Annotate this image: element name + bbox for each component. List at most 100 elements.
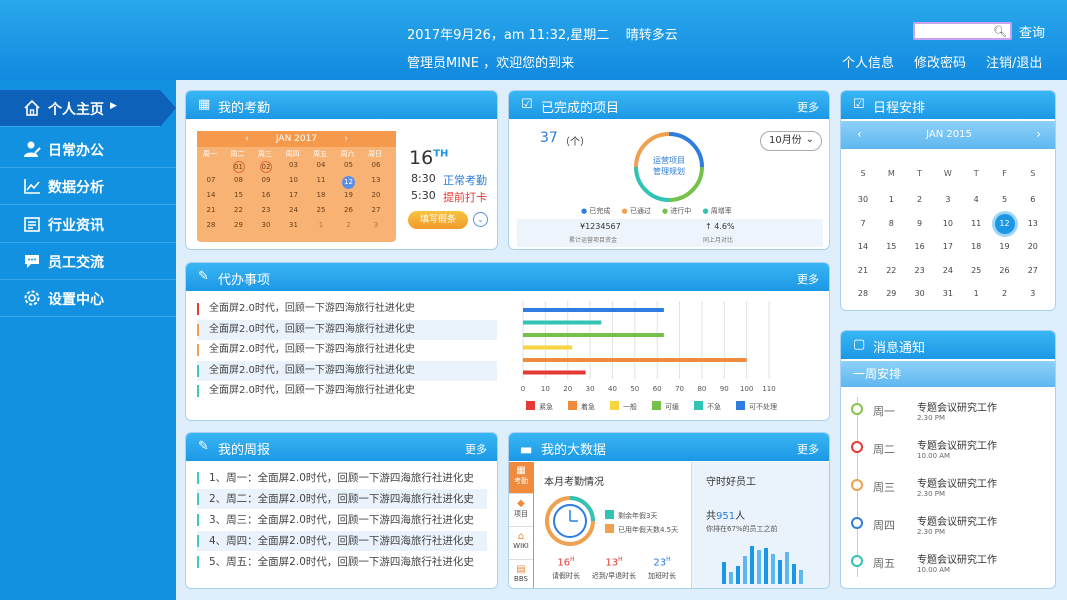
- sidebar-item-news[interactable]: 行业资讯: [0, 206, 176, 243]
- calendar-day[interactable]: 23: [253, 206, 279, 214]
- calendar-day[interactable]: 04: [308, 161, 334, 169]
- more-link[interactable]: 更多: [797, 441, 819, 457]
- calendar-day[interactable]: 31: [933, 289, 963, 298]
- calendar-day[interactable]: 1: [961, 289, 991, 298]
- tab-bbs[interactable]: ▤ BBS: [509, 561, 533, 588]
- calendar-day[interactable]: 2: [336, 221, 362, 229]
- calendar-day[interactable]: 10: [281, 176, 307, 184]
- calendar-day[interactable]: 02: [253, 161, 279, 173]
- sidebar-item-chat[interactable]: 员工交流: [0, 243, 176, 280]
- calendar-day[interactable]: 3: [933, 195, 963, 204]
- calendar-day[interactable]: 19: [990, 242, 1020, 251]
- search-button[interactable]: 查询: [1019, 22, 1045, 41]
- search-input[interactable]: 🔍︎: [913, 22, 1012, 40]
- calendar-day[interactable]: 30: [848, 195, 878, 204]
- weekly-report-item[interactable]: 2、周二：全面屏2.0时代，回顾一下游四海旅行社进化史: [197, 489, 487, 509]
- sidebar-item-home[interactable]: 个人主页 ▶: [0, 90, 176, 127]
- calendar-day[interactable]: 15: [226, 191, 252, 199]
- calendar-day[interactable]: 05: [336, 161, 362, 169]
- calendar-day[interactable]: 17: [933, 242, 963, 251]
- calendar-day[interactable]: 7: [848, 219, 878, 228]
- calendar-day[interactable]: 18: [308, 191, 334, 199]
- calendar-day[interactable]: 12: [990, 213, 1020, 234]
- calendar-day[interactable]: 4: [961, 195, 991, 204]
- next-month-icon[interactable]: ›: [344, 131, 348, 147]
- profile-link[interactable]: 个人信息: [842, 52, 894, 71]
- calendar-day[interactable]: 20: [1018, 242, 1048, 251]
- next-month-icon[interactable]: ›: [1036, 127, 1041, 141]
- calendar-day[interactable]: 24: [933, 266, 963, 275]
- todo-item[interactable]: 全面屏2.0时代，回顾一下游四海旅行社进化史: [197, 360, 497, 381]
- logout-link[interactable]: 注销/退出: [986, 52, 1042, 71]
- todo-item[interactable]: 全面屏2.0时代，回顾一下游四海旅行社进化史: [197, 299, 497, 319]
- sidebar-item-office[interactable]: 日常办公: [0, 131, 176, 168]
- calendar-day[interactable]: 1: [876, 195, 906, 204]
- calendar-day[interactable]: 2: [990, 289, 1020, 298]
- message-title[interactable]: 专题会议研究工作: [917, 513, 997, 528]
- calendar-day[interactable]: 22: [876, 266, 906, 275]
- calendar-day[interactable]: 29: [226, 221, 252, 229]
- calendar-day[interactable]: 03: [281, 161, 307, 169]
- message-title[interactable]: 专题会议研究工作: [917, 551, 997, 566]
- calendar-day[interactable]: 6: [1018, 195, 1048, 204]
- calendar-day[interactable]: 14: [198, 191, 224, 199]
- calendar-day[interactable]: 8: [876, 219, 906, 228]
- calendar-day[interactable]: 5: [990, 195, 1020, 204]
- calendar-day[interactable]: 31: [281, 221, 307, 229]
- calendar-day[interactable]: 13: [1018, 219, 1048, 228]
- calendar-day[interactable]: 01: [226, 161, 252, 173]
- fill-leave-button[interactable]: 填写假条: [408, 211, 468, 229]
- calendar-day[interactable]: 25: [961, 266, 991, 275]
- calendar-day[interactable]: 16: [905, 242, 935, 251]
- calendar-day[interactable]: 13: [363, 176, 389, 184]
- calendar-day[interactable]: 9: [905, 219, 935, 228]
- calendar-day[interactable]: 21: [848, 266, 878, 275]
- change-password-link[interactable]: 修改密码: [914, 52, 966, 71]
- more-link[interactable]: 更多: [465, 441, 487, 457]
- message-title[interactable]: 专题会议研究工作: [917, 399, 997, 414]
- tab-attendance[interactable]: ▦ 考勤: [509, 462, 533, 494]
- calendar-day[interactable]: 11: [961, 219, 991, 228]
- calendar-day[interactable]: 29: [876, 289, 906, 298]
- calendar-day[interactable]: 30: [253, 221, 279, 229]
- calendar-day[interactable]: 3: [363, 221, 389, 229]
- calendar-day[interactable]: 08: [226, 176, 252, 184]
- calendar-day[interactable]: 28: [198, 221, 224, 229]
- calendar-day[interactable]: 16: [253, 191, 279, 199]
- calendar-day[interactable]: 22: [226, 206, 252, 214]
- chevron-down-icon[interactable]: ⌄: [473, 212, 488, 227]
- calendar-day[interactable]: 27: [363, 206, 389, 214]
- calendar-day[interactable]: 26: [336, 206, 362, 214]
- calendar-day[interactable]: 30: [905, 289, 935, 298]
- calendar-day[interactable]: 3: [1018, 289, 1048, 298]
- month-select[interactable]: 10月份 ⌄: [760, 131, 822, 151]
- calendar-day[interactable]: 26: [990, 266, 1020, 275]
- message-title[interactable]: 专题会议研究工作: [917, 475, 997, 490]
- weekly-report-item[interactable]: 1、周一：全面屏2.0时代，回顾一下游四海旅行社进化史: [197, 468, 487, 488]
- calendar-day[interactable]: 27: [1018, 266, 1048, 275]
- calendar-day[interactable]: 2: [905, 195, 935, 204]
- calendar-day[interactable]: 07: [198, 176, 224, 184]
- tab-projects[interactable]: ◆ 项目: [509, 495, 533, 527]
- weekly-report-item[interactable]: 5、周五：全面屏2.0时代，回顾一下游四海旅行社进化史: [197, 552, 487, 572]
- sidebar-item-analysis[interactable]: 数据分析: [0, 168, 176, 205]
- calendar-day[interactable]: 28: [848, 289, 878, 298]
- calendar-day[interactable]: 10: [933, 219, 963, 228]
- sidebar-item-settings[interactable]: 设置中心: [0, 280, 176, 317]
- calendar-day[interactable]: 17: [281, 191, 307, 199]
- calendar-day[interactable]: 21: [198, 206, 224, 214]
- calendar-day[interactable]: 11: [308, 176, 334, 184]
- more-link[interactable]: 更多: [797, 271, 819, 287]
- more-link[interactable]: 更多: [797, 99, 819, 115]
- calendar-day[interactable]: 24: [281, 206, 307, 214]
- calendar-day[interactable]: 06: [363, 161, 389, 169]
- message-title[interactable]: 专题会议研究工作: [917, 437, 997, 452]
- calendar-day[interactable]: 19: [336, 191, 362, 199]
- weekly-report-item[interactable]: 3、周三：全面屏2.0时代，回顾一下游四海旅行社进化史: [197, 510, 487, 530]
- calendar-day[interactable]: 1: [308, 221, 334, 229]
- weekly-report-item[interactable]: 4、周四：全面屏2.0时代，回顾一下游四海旅行社进化史: [197, 531, 487, 551]
- todo-item[interactable]: 全面屏2.0时代，回顾一下游四海旅行社进化史: [197, 381, 497, 401]
- calendar-day[interactable]: 09: [253, 176, 279, 184]
- calendar-day[interactable]: 25: [308, 206, 334, 214]
- calendar-day[interactable]: 18: [961, 242, 991, 251]
